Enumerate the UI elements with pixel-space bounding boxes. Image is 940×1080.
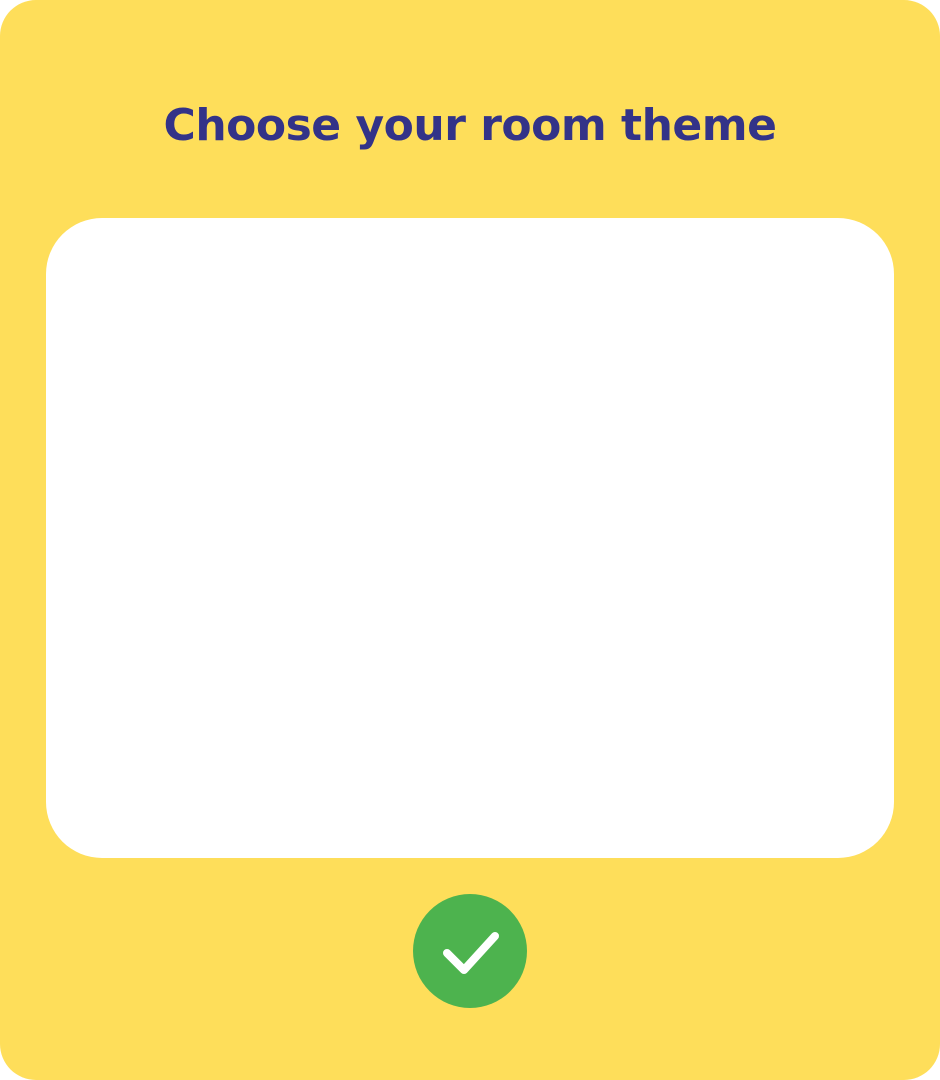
confirm-button[interactable] <box>413 894 527 1008</box>
checkmark-icon <box>438 919 502 983</box>
theme-picker-panel: Choose your room theme <box>0 0 940 1080</box>
theme-options-area <box>46 218 894 858</box>
page-title: Choose your room theme <box>163 100 777 151</box>
